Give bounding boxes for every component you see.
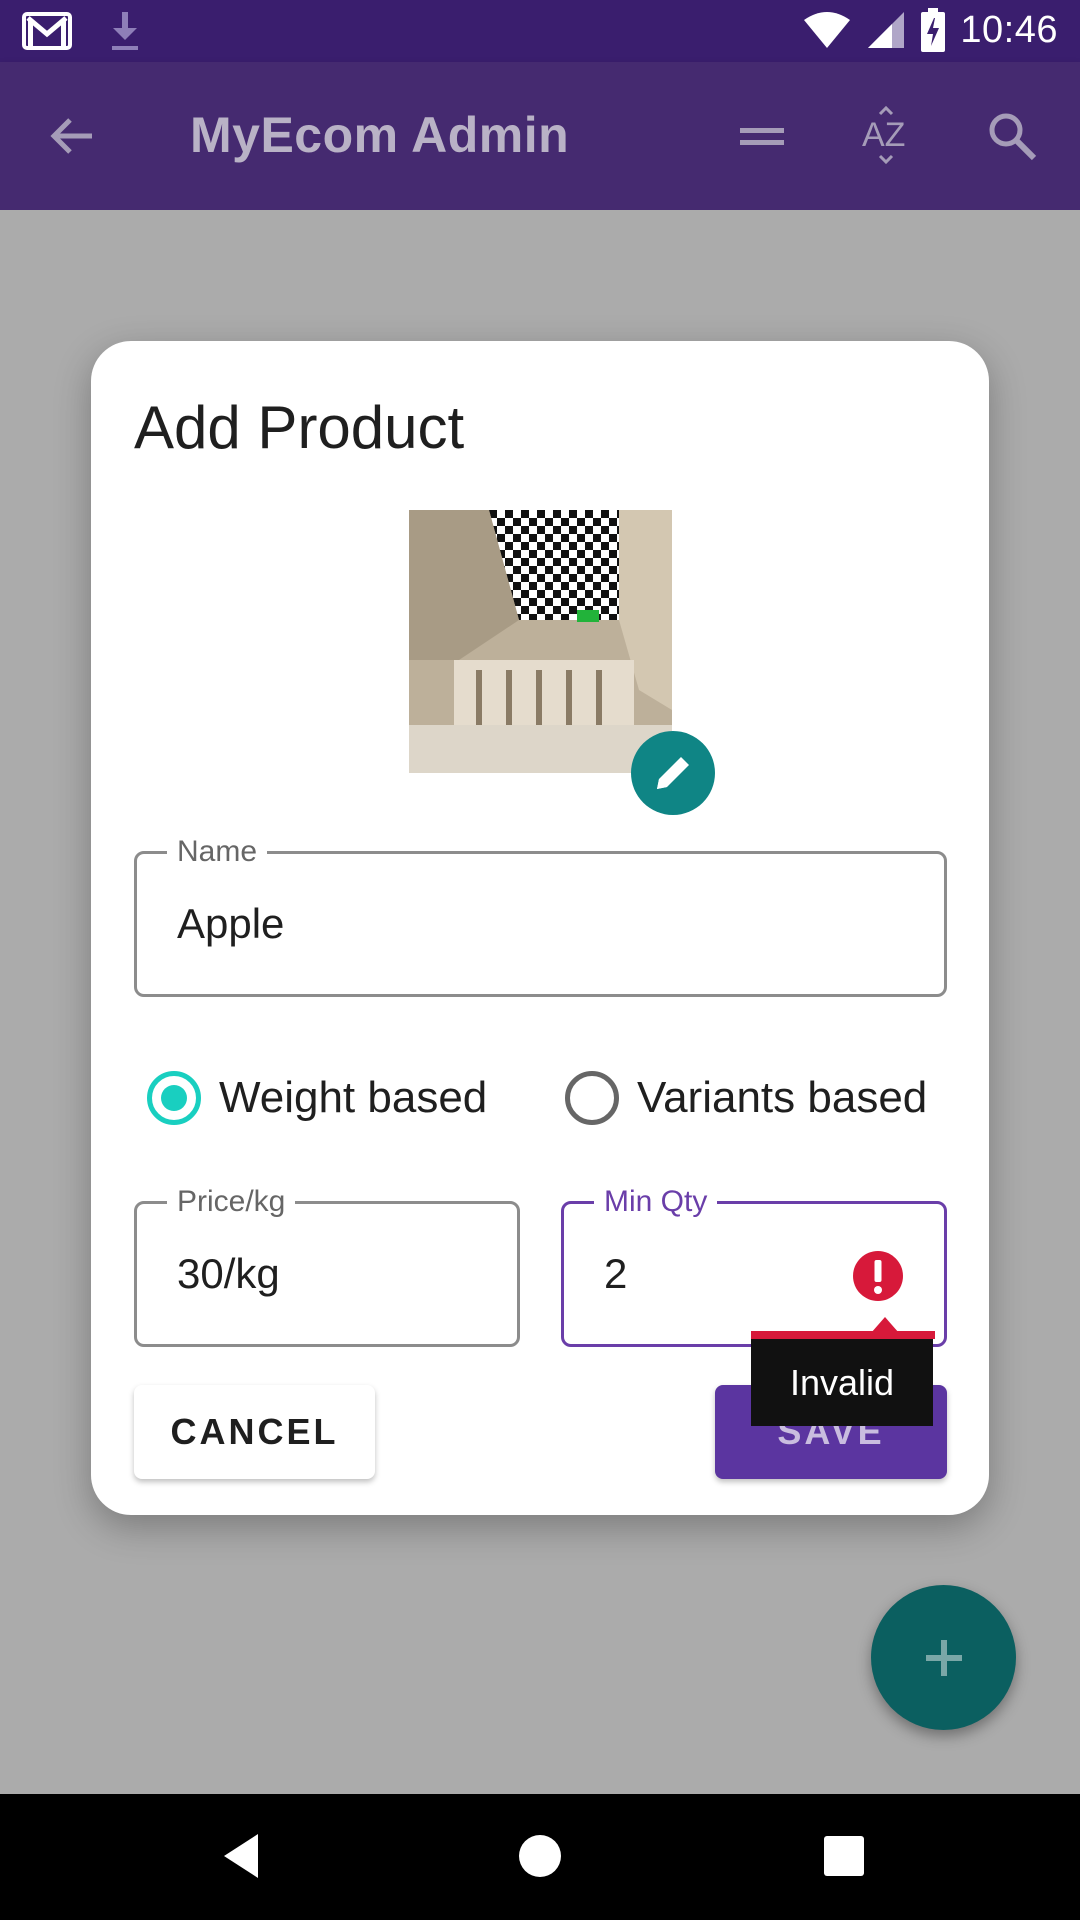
sort-az-icon[interactable]: AZ — [858, 106, 918, 166]
pencil-icon — [657, 757, 689, 789]
error-underline — [751, 1331, 935, 1339]
menu-lines-icon[interactable] — [732, 106, 792, 166]
radio-checked-icon — [147, 1071, 201, 1125]
battery-charging-icon — [921, 8, 946, 52]
nav-recent-icon[interactable] — [812, 1824, 876, 1888]
add-product-dialog: Add Product Name Apple Weight based Vari… — [91, 341, 989, 1515]
radio-variants-label: Variants based — [637, 1073, 928, 1122]
plus-icon — [925, 1639, 962, 1676]
add-product-fab[interactable] — [871, 1585, 1016, 1730]
gmail-icon — [22, 12, 72, 50]
status-bar: 10:46 — [0, 0, 1080, 62]
edit-image-button[interactable] — [631, 731, 715, 815]
name-field-value: Apple — [177, 900, 285, 947]
app-title: MyEcom Admin — [190, 107, 570, 163]
dialog-title: Add Product — [134, 394, 465, 461]
app-bar: MyEcom Admin AZ — [0, 62, 1080, 210]
error-icon[interactable] — [852, 1250, 904, 1302]
download-icon — [112, 12, 138, 50]
back-arrow-icon[interactable] — [44, 108, 100, 164]
name-field[interactable]: Name Apple — [134, 832, 947, 997]
svg-text:AZ: AZ — [862, 116, 905, 154]
radio-unchecked-icon — [565, 1071, 619, 1125]
min-qty-field-value: 2 — [604, 1250, 628, 1297]
radio-variants-based[interactable]: Variants based — [565, 1071, 927, 1125]
radio-weight-label: Weight based — [219, 1073, 488, 1122]
signal-icon — [868, 12, 905, 48]
search-icon[interactable] — [982, 106, 1042, 166]
error-tooltip: Invalid — [751, 1339, 933, 1426]
navigation-bar — [0, 1794, 1080, 1920]
radio-weight-based[interactable]: Weight based — [147, 1071, 487, 1125]
nav-home-icon[interactable] — [508, 1824, 572, 1888]
wifi-icon — [804, 12, 851, 48]
product-image[interactable] — [409, 510, 672, 773]
nav-back-icon[interactable] — [212, 1824, 276, 1888]
status-time: 10:46 — [960, 8, 1058, 51]
name-field-label: Name — [167, 832, 268, 872]
price-field-label: Price/kg — [167, 1182, 296, 1222]
price-field[interactable]: Price/kg 30/kg — [134, 1182, 520, 1347]
min-qty-field-label: Min Qty — [594, 1182, 718, 1222]
cancel-button[interactable]: CANCEL — [134, 1385, 375, 1479]
price-field-value: 30/kg — [177, 1250, 280, 1297]
